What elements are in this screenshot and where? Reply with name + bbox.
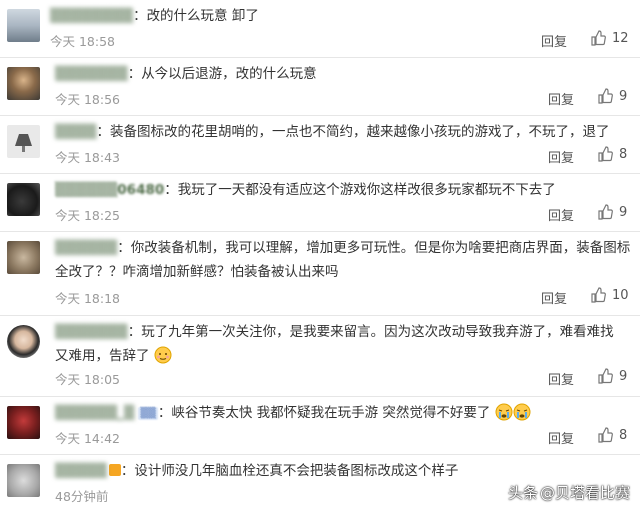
like-count: 12	[612, 30, 629, 46]
username[interactable]: ▒▒▒▒▒▒	[55, 235, 117, 261]
avatar[interactable]	[7, 464, 40, 497]
avatar[interactable]	[7, 125, 40, 158]
username[interactable]: ▒▒▒▒▒▒▒	[55, 319, 128, 345]
reply-button[interactable]: 回复	[548, 205, 574, 224]
reply-button[interactable]: 回复	[548, 89, 574, 108]
crying-face-emoji	[513, 403, 531, 421]
comment-item: ▒▒▒▒▒▒▒：从今以后退游，改的什么玩意 今天 18:56 回复 9	[0, 58, 640, 116]
reply-button[interactable]: 回复	[548, 369, 574, 388]
timestamp: 今天 18:25	[55, 208, 120, 223]
like-button[interactable]: 8	[597, 427, 627, 443]
watermark: 头条 @贝塔看比赛	[508, 482, 630, 503]
comment-text: 设计师没几年脑血栓还真不会把装备图标改成这个样子	[134, 463, 459, 479]
thumbs-up-icon	[598, 368, 613, 384]
comment-item: ▒▒▒▒▒▒▒：玩了九年第一次关注你，是我要来留言。因为这次改动导致我弃游了，难…	[0, 316, 640, 397]
like-count: 10	[612, 287, 629, 303]
watermark-text: @贝塔看比赛	[539, 484, 630, 502]
timestamp: 今天 18:43	[55, 150, 120, 165]
level-badge: ▒▒	[138, 407, 158, 420]
username[interactable]: ▒▒▒▒	[55, 119, 97, 145]
thumbs-up-icon	[598, 427, 613, 443]
thumbs-up-icon	[598, 204, 613, 220]
reply-button[interactable]: 回复	[541, 288, 567, 307]
reply-button[interactable]: 回复	[541, 31, 567, 50]
username[interactable]: ▒▒▒▒▒▒06480	[55, 177, 164, 203]
like-button[interactable]: 9	[597, 368, 627, 384]
avatar[interactable]	[7, 183, 40, 216]
timestamp: 今天 18:18	[55, 291, 120, 306]
timestamp: 今天 14:42	[55, 431, 120, 446]
comment-item: ▒▒▒▒▒▒_▒ ▒▒ ：峡谷节奏太快 我都怀疑我在玩手游 突然觉得不好要了 今天 …	[0, 397, 640, 455]
comment-item: ▒▒▒▒▒▒06480：我玩了一天都没有适应这个游戏你这样改很多玩家都玩不下去了…	[0, 174, 640, 232]
vip-badge-icon	[108, 464, 121, 476]
reply-button[interactable]: 回复	[548, 428, 574, 447]
like-button[interactable]: 10	[590, 287, 629, 303]
like-button[interactable]: 9	[597, 88, 627, 104]
timestamp: 今天 18:05	[55, 372, 120, 387]
avatar[interactable]	[7, 325, 40, 358]
thumbs-up-icon	[591, 30, 606, 46]
like-button[interactable]: 8	[597, 146, 627, 162]
timestamp: 今天 18:58	[50, 34, 115, 49]
comment-text: 我玩了一天都没有适应这个游戏你这样改很多玩家都玩不下去了	[177, 182, 556, 198]
username[interactable]: ▒▒▒▒▒	[55, 458, 107, 484]
like-count: 9	[619, 204, 628, 220]
like-count: 9	[619, 88, 628, 104]
thumbs-up-icon	[591, 287, 606, 303]
username[interactable]: ▒▒▒▒▒▒_▒	[55, 400, 134, 426]
avatar[interactable]	[7, 241, 40, 274]
shy-face-emoji	[154, 346, 172, 364]
comment-text: 峡谷节奏太快 我都怀疑我在玩手游 突然觉得不好要了	[171, 405, 491, 421]
comment-item: ▒▒▒▒▒▒：你改装备机制，我可以理解，增加更多可玩性。但是你为啥要把商店界面，…	[0, 232, 640, 316]
like-count: 9	[619, 368, 628, 384]
timestamp: 48分钟前	[55, 489, 109, 504]
comment-text: 改的什么玩意 卸了	[146, 8, 259, 24]
comment-item: ▒▒▒▒▒▒▒▒：改的什么玩意 卸了 今天 18:58 回复 12	[0, 0, 640, 58]
username[interactable]: ▒▒▒▒▒▒▒	[55, 61, 128, 87]
comment-text: 玩了九年第一次关注你，是我要来留言。因为这次改动导致我弃游了，难看难找	[141, 324, 614, 340]
comment-text-continued: 又难用，告辞了	[55, 348, 150, 364]
comment-text-continued: 全改了？？咋滴增加新鲜感？怕装备被认出来吗	[55, 264, 339, 280]
avatar[interactable]	[7, 67, 40, 100]
reply-button[interactable]: 回复	[548, 147, 574, 166]
username[interactable]: ▒▒▒▒▒▒▒▒	[50, 3, 133, 29]
like-count: 8	[619, 146, 628, 162]
like-button[interactable]: 9	[597, 204, 627, 220]
comment-text: 从今以后退游，改的什么玩意	[141, 66, 317, 82]
watermark-prefix: 头条	[507, 484, 538, 502]
avatar[interactable]	[7, 9, 40, 42]
comment-item: ▒▒▒▒：装备图标改的花里胡哨的，一点也不简约，越来越像小孩玩的游戏了，不玩了，…	[0, 116, 640, 174]
timestamp: 今天 18:56	[55, 92, 120, 107]
like-count: 8	[619, 427, 628, 443]
lamp-icon	[15, 134, 32, 152]
avatar[interactable]	[7, 406, 40, 439]
comment-text: 你改装备机制，我可以理解，增加更多可玩性。但是你为啥要把商店界面，装备图标	[130, 240, 631, 256]
comment-text: 装备图标改的花里胡哨的，一点也不简约，越来越像小孩玩的游戏了，不玩了，退了	[110, 124, 610, 140]
thumbs-up-icon	[598, 146, 613, 162]
crying-face-emoji	[495, 403, 513, 421]
thumbs-up-icon	[598, 88, 613, 104]
like-button[interactable]: 12	[590, 30, 629, 46]
